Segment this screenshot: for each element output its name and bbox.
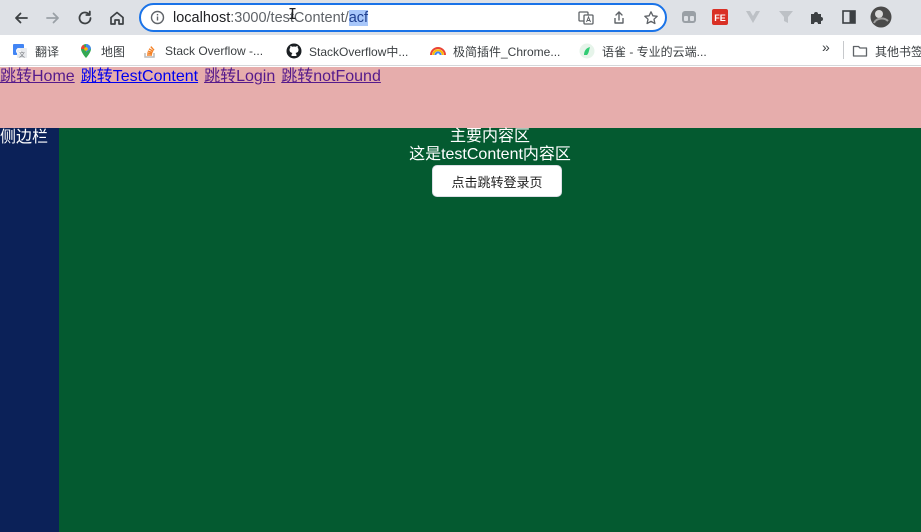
folder-icon <box>852 43 868 59</box>
sidebar: 侧边栏 <box>0 128 59 532</box>
address-url[interactable]: localhost:3000/testContent/acf <box>173 9 369 27</box>
main-content: 主要内容区 这是testContent内容区 点击跳转登录页 <box>59 128 921 532</box>
star-icon[interactable] <box>642 9 660 27</box>
share-icon[interactable] <box>610 9 628 27</box>
google-translate-icon: G文 <box>12 43 28 59</box>
bookmark-translate[interactable]: G文 翻译 <box>12 41 59 61</box>
rainbow-icon <box>430 43 446 59</box>
bookmark-yuque[interactable]: 语雀 - 专业的云端... <box>579 41 707 61</box>
nav-link-login[interactable]: 跳转Login <box>204 68 275 85</box>
nav-link-notfound[interactable]: 跳转notFound <box>281 68 381 85</box>
vue-devtools-icon[interactable] <box>743 7 763 27</box>
header-nav: 跳转Home 跳转TestContent 跳转Login 跳转notFound <box>0 67 387 87</box>
bookmark-other-folder[interactable]: 其他书签 <box>852 41 921 61</box>
profile-avatar-icon[interactable] <box>869 5 893 29</box>
nav-link-testcontent[interactable]: 跳转TestContent <box>81 68 198 85</box>
bookmarks-divider <box>843 41 844 59</box>
main-subtitle: 这是testContent内容区 <box>409 146 571 163</box>
bookmark-label: 极简插件_Chrome... <box>453 44 561 59</box>
back-arrow-icon[interactable] <box>9 6 33 30</box>
svg-text:FE: FE <box>714 13 726 23</box>
puzzle-icon[interactable] <box>807 7 827 27</box>
sidebar-title: 侧边栏 <box>0 129 49 146</box>
maps-pin-icon <box>78 43 94 59</box>
go-login-button[interactable]: 点击跳转登录页 <box>432 165 562 197</box>
svg-text:文: 文 <box>19 51 25 59</box>
url-selected-text: acf <box>348 10 369 26</box>
bookmark-label: Stack Overflow -... <box>165 44 264 58</box>
stackoverflow-icon <box>142 43 158 59</box>
bookmark-label: StackOverflow中... <box>309 44 409 59</box>
home-icon[interactable] <box>105 6 129 30</box>
bookmark-chrome-plugins[interactable]: 极简插件_Chrome... <box>430 41 560 61</box>
bookmark-label: 语雀 - 专业的云端... <box>602 44 707 59</box>
nav-link-home[interactable]: 跳转Home <box>0 68 75 85</box>
bookmark-stackoverflow-cn[interactable]: StackOverflow中... <box>286 41 408 61</box>
extension-window-icon[interactable] <box>679 7 699 27</box>
github-icon <box>286 43 302 59</box>
url-host: localhost <box>173 10 231 26</box>
yuque-icon <box>579 43 595 59</box>
bookmark-label: 其他书签 <box>875 44 921 59</box>
forward-arrow-icon[interactable] <box>41 6 65 30</box>
filter-extension-icon[interactable] <box>776 7 796 27</box>
fe-extension-icon[interactable]: FE <box>710 7 730 27</box>
site-info-icon[interactable] <box>150 10 165 25</box>
address-bar[interactable]: localhost:3000/testContent/acf <box>139 3 667 32</box>
text-cursor-icon: I <box>288 5 298 23</box>
bookmark-label: 翻译 <box>35 44 60 59</box>
main-title: 主要内容区 <box>449 128 530 145</box>
bookmarks-bar: G文 翻译 地图 Stack Overflow -... StackOverfl… <box>0 35 921 66</box>
bookmark-maps[interactable]: 地图 <box>78 41 125 61</box>
reload-icon[interactable] <box>73 6 97 30</box>
sidepanel-icon[interactable] <box>839 7 859 27</box>
bookmark-label: 地图 <box>101 44 126 59</box>
translate-icon[interactable] <box>577 9 595 27</box>
bookmark-stackoverflow[interactable]: Stack Overflow -... <box>142 41 263 61</box>
page-header: 跳转Home 跳转TestContent 跳转Login 跳转notFound <box>0 67 921 128</box>
browser-toolbar: localhost:3000/testContent/acf I FE <box>0 0 921 35</box>
bookmarks-more-button[interactable]: » <box>822 39 830 55</box>
